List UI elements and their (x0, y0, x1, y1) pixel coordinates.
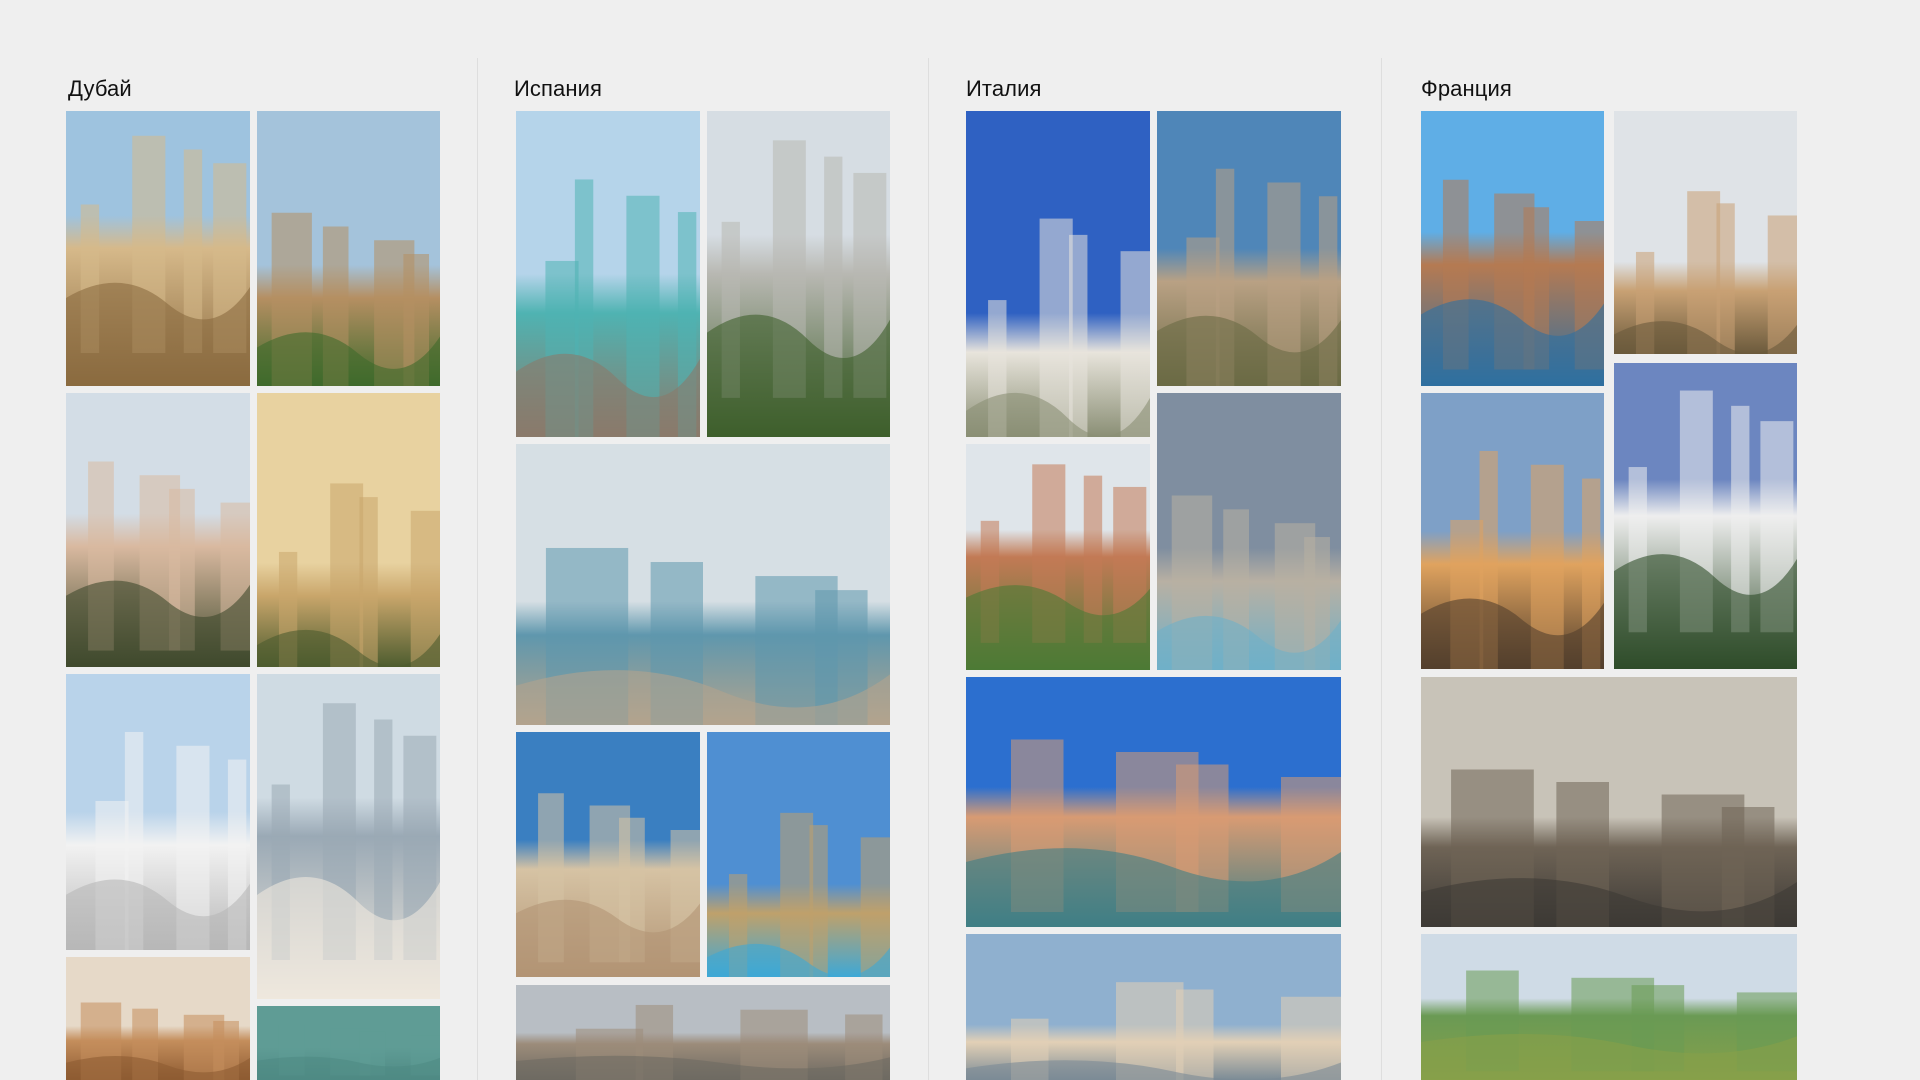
travel-gallery-page: Дубай Испания Италия Франция (0, 0, 1920, 1080)
photo-dubai-skyline-beach[interactable] (257, 674, 440, 999)
column-title-dubai: Дубай (68, 76, 132, 101)
photo-spain-building-flags[interactable] (707, 111, 890, 437)
column-title-france: Франция (1421, 76, 1512, 101)
photo-image (707, 111, 890, 437)
photo-image (257, 674, 440, 999)
photo-france-castle-sunset[interactable] (1421, 393, 1604, 669)
photo-image (1614, 111, 1797, 354)
photo-italy-monument-flag[interactable] (966, 111, 1150, 437)
photo-italy-forum-ruins[interactable] (1157, 111, 1341, 386)
photo-image (257, 111, 440, 386)
column-divider (477, 58, 478, 1080)
photo-image (257, 1006, 440, 1080)
photo-france-champagne-road[interactable] (1614, 111, 1797, 354)
photo-france-paris-street[interactable] (1421, 677, 1797, 927)
photo-italy-rooftops[interactable] (966, 444, 1150, 670)
photo-image (966, 677, 1341, 927)
photo-spain-cloudy-town[interactable] (516, 985, 890, 1080)
photo-dubai-grand-mosque[interactable] (66, 674, 250, 950)
photo-dubai-arch-balcony[interactable] (66, 111, 250, 386)
photo-france-alps-ski[interactable] (1614, 363, 1797, 669)
photo-france-vineyard[interactable] (1421, 934, 1797, 1080)
photo-image (966, 111, 1150, 437)
column-title-italy: Италия (966, 76, 1042, 101)
photo-italy-pantheon[interactable] (1157, 393, 1341, 670)
photo-italy-venice-basilica[interactable] (966, 934, 1341, 1080)
photo-image (516, 732, 700, 977)
photo-dubai-old-town[interactable] (257, 393, 440, 667)
photo-image (66, 674, 250, 950)
photo-dubai-dunes[interactable] (66, 957, 250, 1080)
photo-italy-venice-canal[interactable] (966, 677, 1341, 927)
column-divider (1381, 58, 1382, 1080)
photo-image (1421, 111, 1604, 386)
photo-france-eiffel-tower[interactable] (1421, 111, 1604, 386)
photo-spain-cathedral-pool[interactable] (707, 732, 890, 977)
photo-dubai-teal-sky[interactable] (257, 1006, 440, 1080)
photo-image (66, 957, 250, 1080)
photo-dubai-desert-camels[interactable] (66, 393, 250, 667)
photo-spain-harbor-view[interactable] (516, 444, 890, 725)
photo-spain-city-hall[interactable] (516, 732, 700, 977)
column-title-spain: Испания (514, 76, 603, 101)
photo-image (1421, 677, 1797, 927)
photo-image (516, 111, 700, 437)
photo-image (1421, 393, 1604, 669)
photo-image (707, 732, 890, 977)
photo-image (1614, 363, 1797, 669)
photo-image (516, 444, 890, 725)
photo-image (966, 444, 1150, 670)
column-divider (928, 58, 929, 1080)
photo-image (516, 985, 890, 1080)
photo-image (66, 393, 250, 667)
photo-image (257, 393, 440, 667)
photo-dubai-fort-flags[interactable] (257, 111, 440, 386)
photo-image (66, 111, 250, 386)
photo-image (1157, 393, 1341, 670)
photo-image (1421, 934, 1797, 1080)
photo-image (966, 934, 1341, 1080)
photo-image (1157, 111, 1341, 386)
photo-spain-coast-cove[interactable] (516, 111, 700, 437)
